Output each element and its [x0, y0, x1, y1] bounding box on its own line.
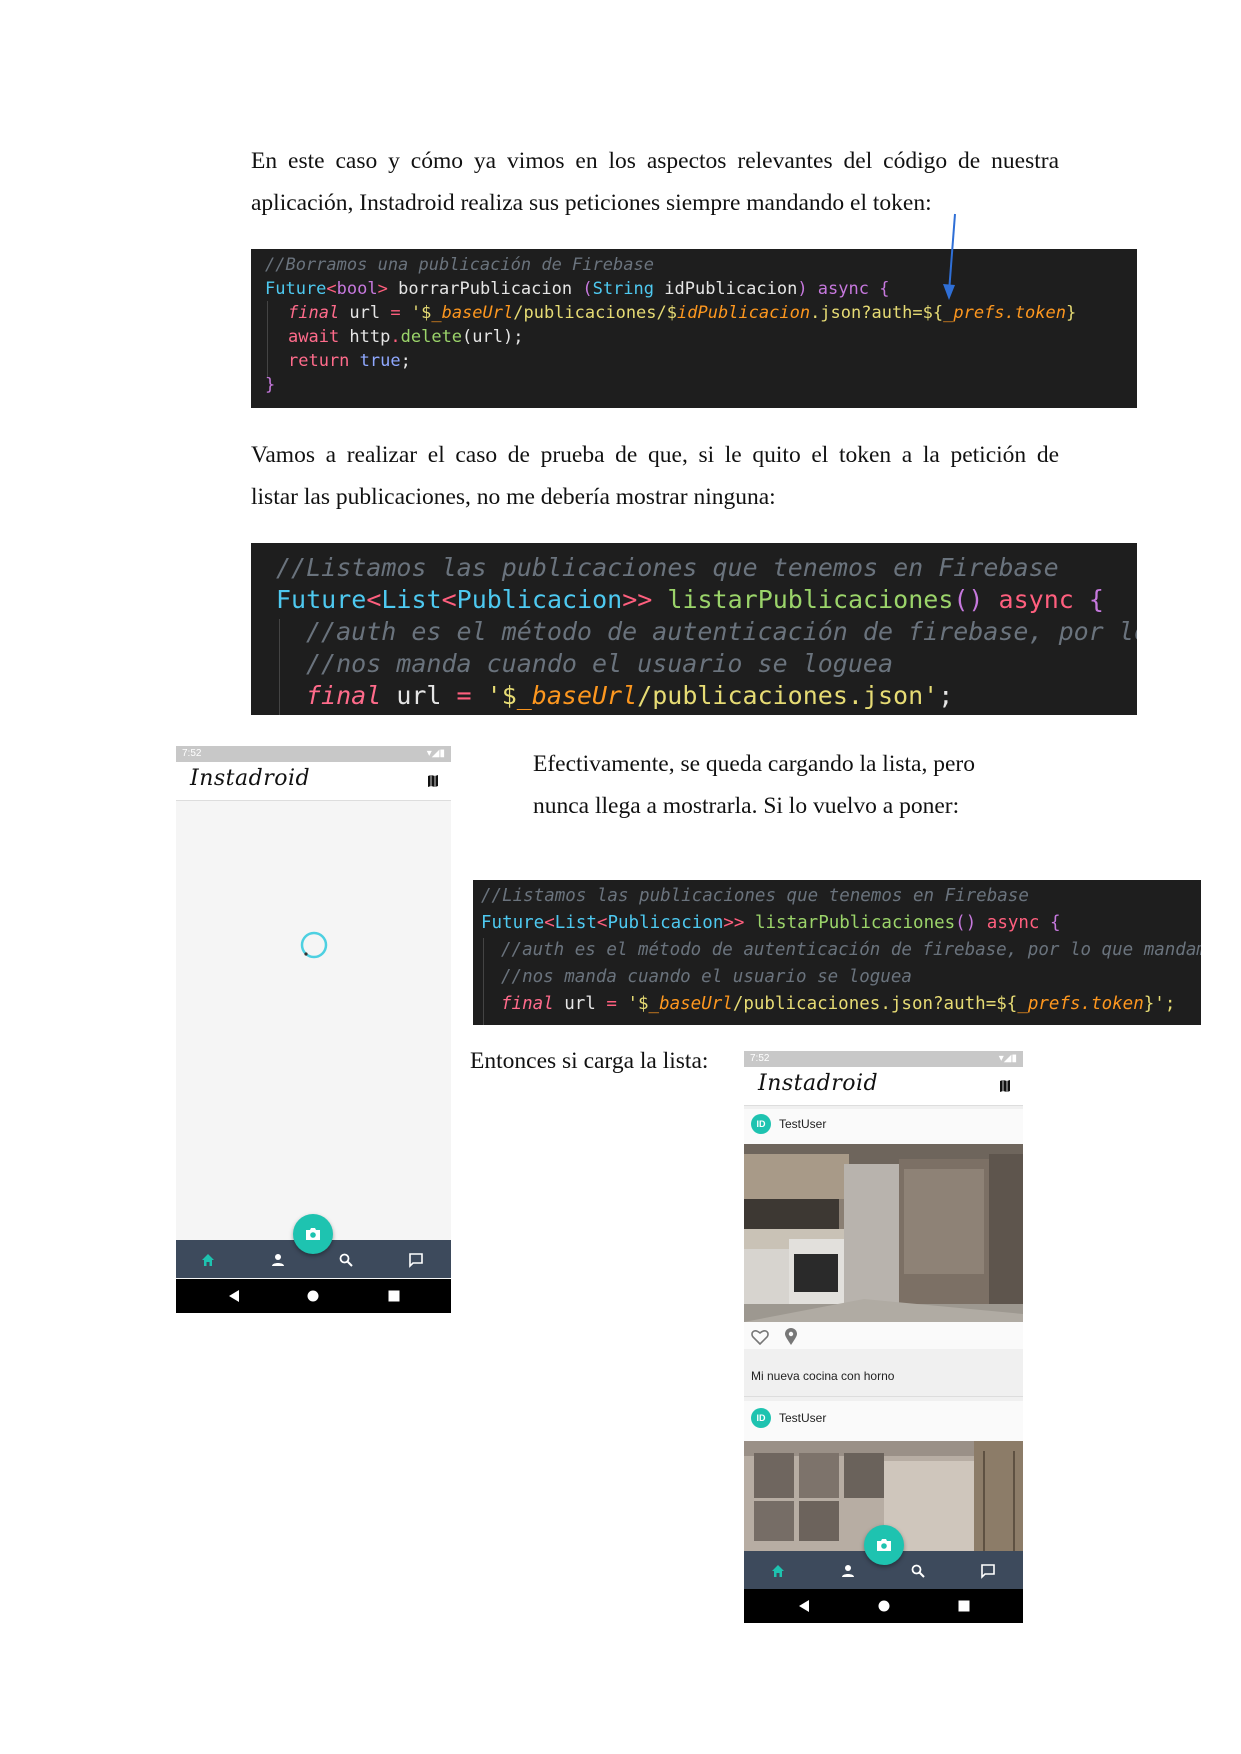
code-line: final url = '$_baseUrl/publicaciones/$id… [288, 303, 1077, 323]
code-block-list-with-token: //Listamos las publicaciones que tenemos… [473, 880, 1201, 1025]
paragraph-result: Efectivamente, se queda cargando la list… [533, 743, 1013, 827]
paragraph-line: Entonces si carga la lista: [470, 1048, 709, 1074]
recents-icon[interactable] [388, 1290, 400, 1302]
status-icons: ▾◢▮ [426, 748, 445, 759]
code-block-list-no-token: //Listamos las publicaciones que tenemos… [251, 543, 1137, 715]
status-bar: 7:52 ▾◢▮ [744, 1051, 1023, 1067]
code-line: final url = '$_baseUrl/publicaciones.jso… [501, 994, 1176, 1014]
back-icon[interactable] [228, 1290, 240, 1302]
profile-icon[interactable] [270, 1252, 286, 1268]
post-image-kitchen [744, 1144, 1023, 1322]
paragraph-line: nunca llega a mostrarla. Si lo vuelvo a … [533, 793, 960, 819]
code-comment: //nos manda cuando el usuario se loguea [306, 649, 893, 678]
avatar: ID [751, 1114, 771, 1134]
phone-screenshot-feed: 7:52 ▾◢▮ Instadroid ID TestUser Mi nueva [744, 1051, 1023, 1623]
paragraph-loaded: Entonces si carga la lista: [470, 1040, 708, 1082]
paragraph-line: En este caso y cómo ya vimos en los aspe… [251, 148, 1059, 174]
app-bar: Instadroid [744, 1067, 1023, 1106]
code-line: await http.delete(url); [288, 327, 524, 347]
camera-icon [877, 1539, 891, 1551]
search-icon[interactable] [910, 1563, 926, 1579]
recents-icon[interactable] [958, 1600, 970, 1612]
code-comment: //Listamos las publicaciones que tenemos… [276, 553, 1059, 582]
arrow-annotation [943, 213, 956, 300]
paragraph-line: Vamos a realizar el caso de prueba de qu… [251, 442, 1059, 468]
camera-fab[interactable] [864, 1525, 904, 1565]
map-icon[interactable] [999, 1079, 1011, 1093]
app-title: Instadroid [758, 1071, 879, 1096]
code-comment: //auth es el método de autenticación de … [306, 617, 1137, 646]
paragraph-line: listar las publicaciones, no me debería … [251, 484, 776, 510]
search-icon[interactable] [338, 1252, 354, 1268]
code-comment: //Listamos las publicaciones que tenemos… [481, 886, 1029, 906]
code-line: Future<List<Publicacion>> listarPublicac… [481, 913, 1061, 933]
post-username[interactable]: TestUser [779, 1411, 826, 1425]
loading-spinner [300, 931, 328, 959]
location-pin-icon[interactable] [784, 1328, 798, 1346]
code-line: final url = '$_baseUrl/publicaciones.jso… [306, 681, 954, 710]
code-line: Future<List<Publicacion>> listarPublicac… [276, 585, 1104, 614]
back-icon[interactable] [798, 1600, 810, 1612]
code-comment: //Borramos una publicación de Firebase [265, 255, 654, 275]
post-username[interactable]: TestUser [779, 1117, 826, 1131]
phone-screenshot-loading: 7:52 ▾◢▮ Instadroid [176, 746, 451, 1313]
home-nav-icon[interactable] [307, 1290, 319, 1302]
heart-icon[interactable] [751, 1329, 769, 1345]
code-comment: //nos manda cuando el usuario se loguea [501, 967, 912, 987]
camera-fab[interactable] [293, 1214, 333, 1254]
home-icon[interactable] [200, 1252, 216, 1268]
code-block-delete: //Borramos una publicación de Firebase F… [251, 249, 1137, 408]
profile-icon[interactable] [840, 1563, 856, 1579]
status-bar: 7:52 ▾◢▮ [176, 746, 451, 762]
avatar: ID [751, 1408, 771, 1428]
chat-icon[interactable] [408, 1252, 424, 1268]
chat-icon[interactable] [980, 1563, 996, 1579]
app-title: Instadroid [190, 766, 311, 791]
code-line: } [265, 375, 276, 395]
code-line: return true; [288, 351, 411, 371]
home-nav-icon[interactable] [878, 1600, 890, 1612]
app-bar: Instadroid [176, 762, 451, 801]
post-caption: Mi nueva cocina con horno [751, 1369, 895, 1383]
status-icons: ▾◢▮ [998, 1053, 1017, 1064]
system-navigation-bar [176, 1279, 451, 1313]
post-card: ID TestUser [744, 1109, 1023, 1349]
paragraph-test-case: Vamos a realizar el caso de prueba de qu… [251, 434, 1059, 518]
map-icon[interactable] [427, 774, 439, 788]
camera-icon [306, 1228, 320, 1240]
home-icon[interactable] [770, 1563, 786, 1579]
paragraph-line: Efectivamente, se queda cargando la list… [533, 751, 975, 777]
code-comment: //auth es el método de autenticación de … [501, 940, 1201, 960]
system-navigation-bar [744, 1589, 1023, 1623]
code-line: Future<bool> borrarPublicacion (String i… [265, 279, 890, 299]
divider [744, 1396, 1023, 1397]
